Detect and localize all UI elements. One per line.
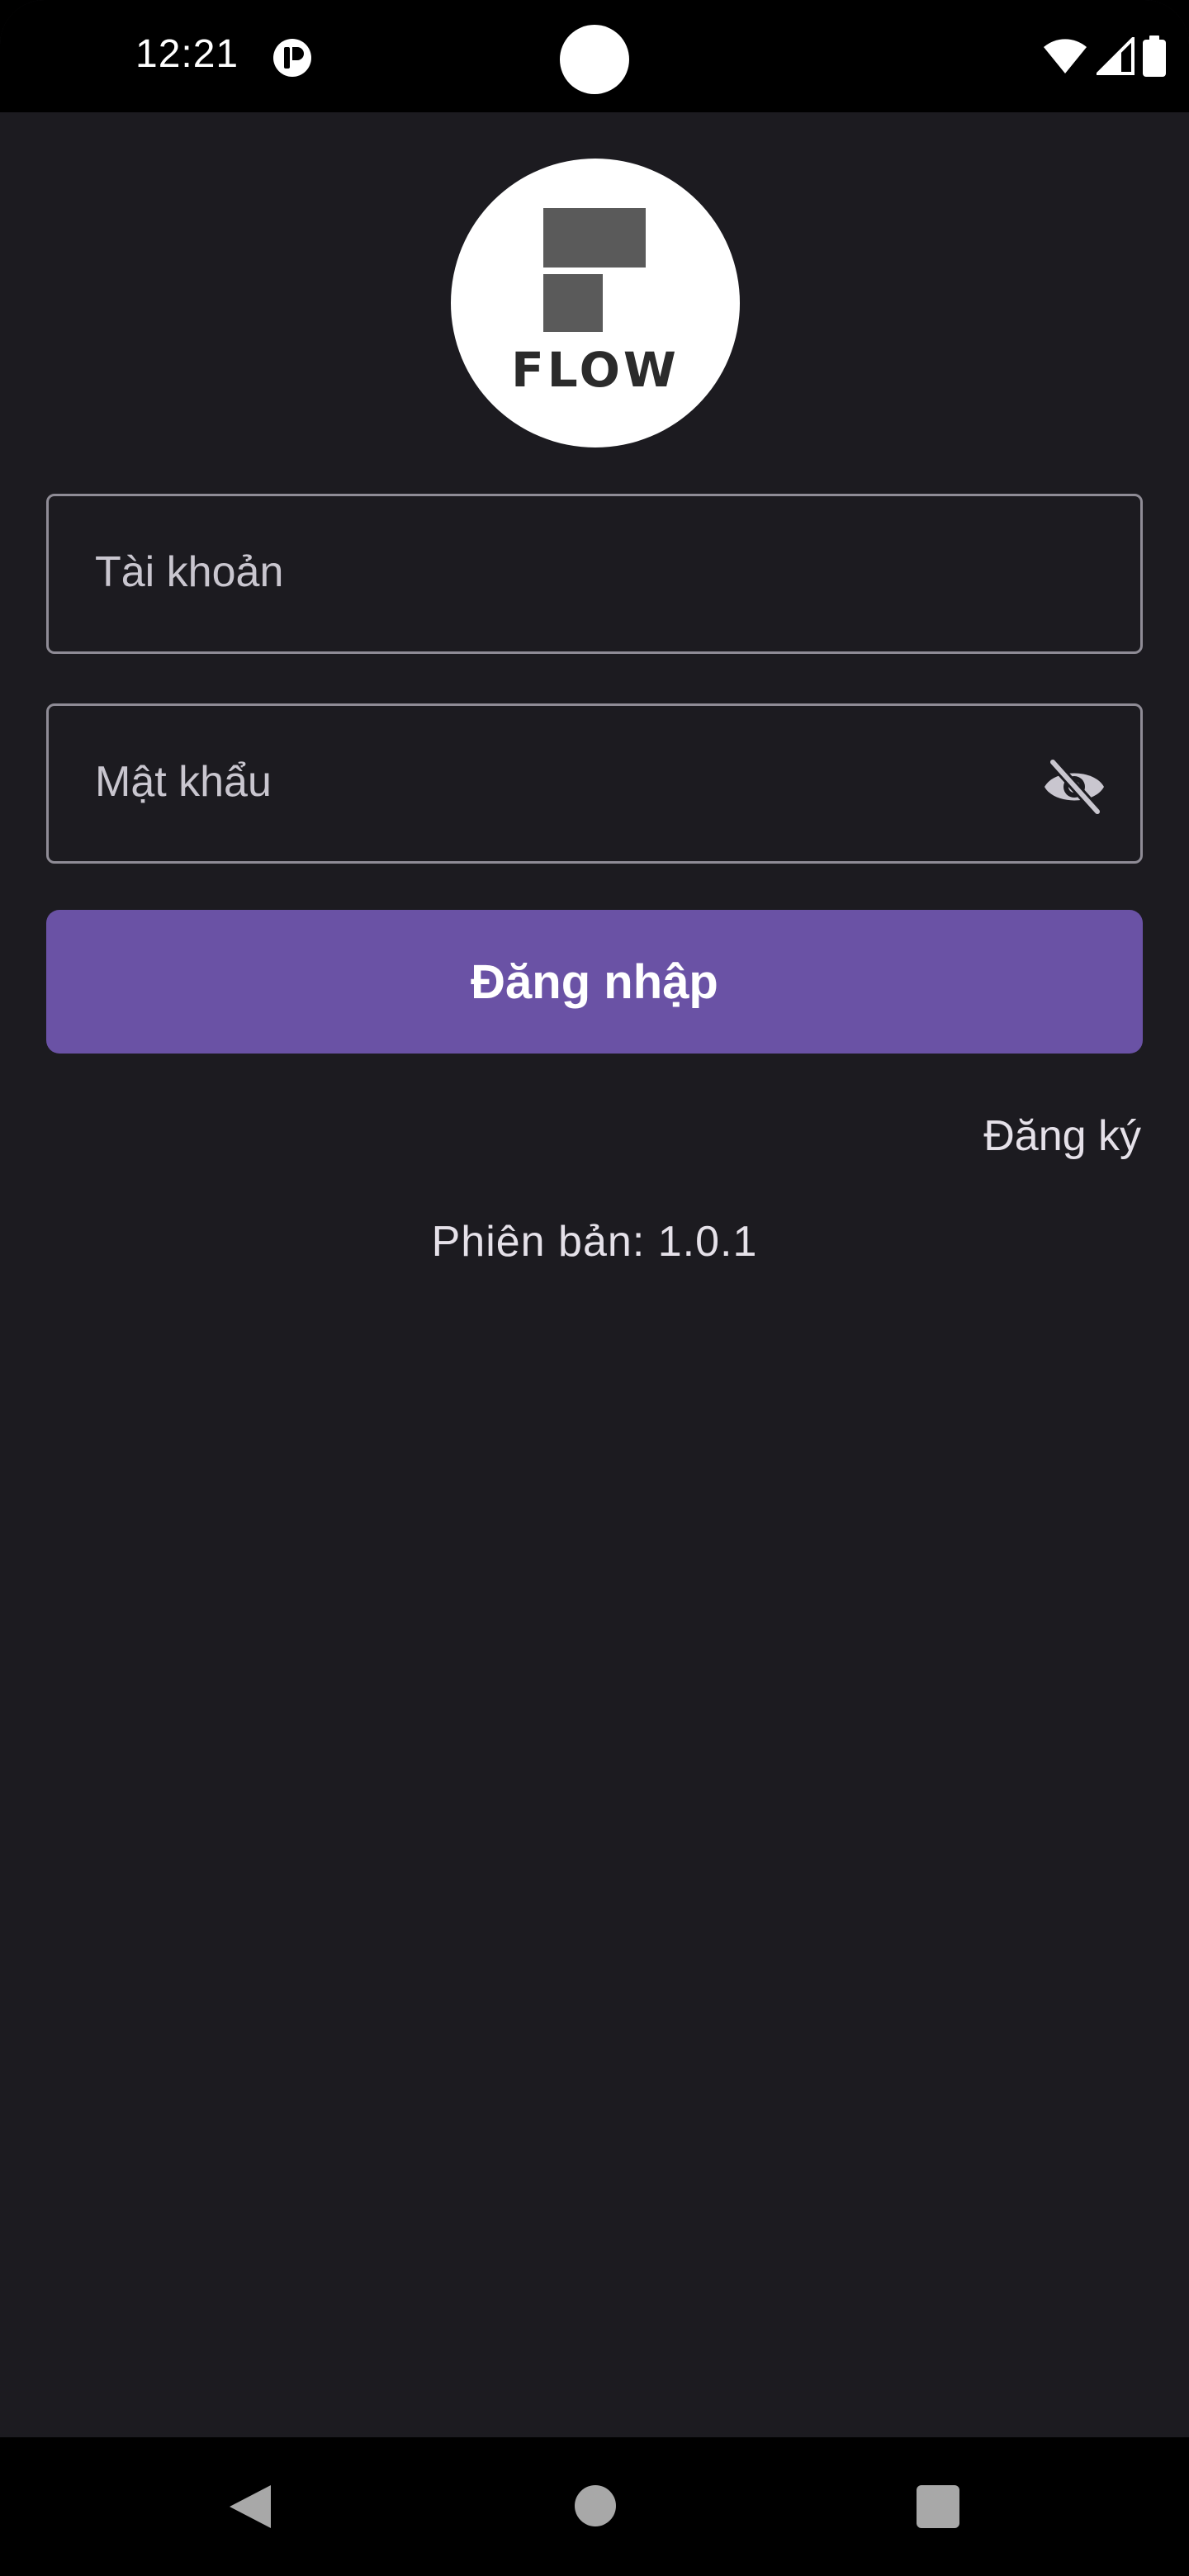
logo-mark-bottom: [543, 274, 603, 332]
password-field[interactable]: Mật khẩu: [46, 703, 1143, 864]
status-time: 12:21: [135, 32, 239, 76]
front-camera: [560, 25, 629, 94]
home-circle-icon[interactable]: [575, 2485, 616, 2526]
register-link[interactable]: Đăng ký: [983, 1111, 1141, 1161]
status-bar: 12:21: [0, 0, 1189, 112]
logo-text: FLOW: [511, 342, 680, 398]
app-logo: FLOW: [451, 159, 740, 447]
wifi-icon: [1044, 39, 1087, 73]
notification-app-icon: [273, 39, 311, 77]
back-triangle-icon[interactable]: [226, 2482, 272, 2531]
recents-square-icon[interactable]: [917, 2485, 959, 2528]
battery-icon: [1143, 36, 1166, 77]
logo-mark-top: [543, 208, 646, 268]
visibility-off-icon[interactable]: [1041, 754, 1107, 820]
username-placeholder: Tài khoản: [95, 548, 284, 596]
login-screen: 12:21 FLOW Tài khoản Mật khẩu Đăng nhập …: [0, 0, 1189, 2576]
password-placeholder: Mật khẩu: [95, 758, 272, 806]
username-field[interactable]: Tài khoản: [46, 494, 1143, 654]
app-version: Phiên bản: 1.0.1: [431, 1218, 758, 1266]
login-button[interactable]: Đăng nhập: [46, 910, 1143, 1054]
navigation-bar: [0, 2437, 1189, 2576]
cell-signal-icon: [1097, 37, 1135, 75]
status-icons: [1042, 35, 1166, 78]
